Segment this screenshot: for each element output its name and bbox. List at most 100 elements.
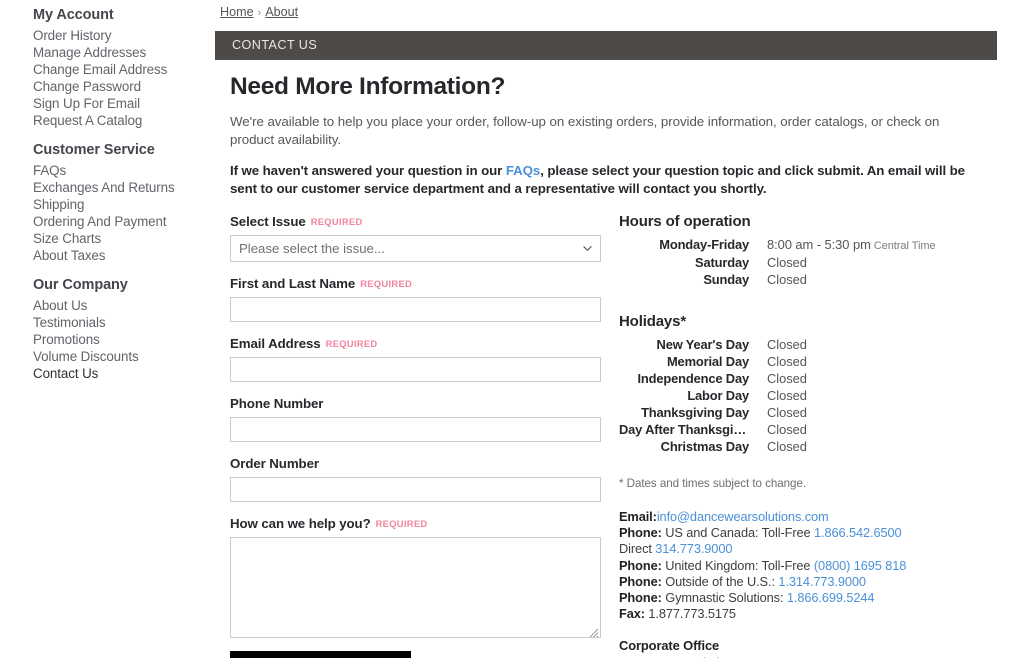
holidays-footnote: * Dates and times subject to change. (619, 477, 807, 490)
sidebar-group: My Account Order History Manage Addresses C… (33, 4, 215, 129)
holiday-row: Day After Thanksgivi… Closed (619, 422, 1019, 439)
contact-line-text: US and Canada: Toll-Free (661, 525, 814, 541)
timezone-note: Central Time (870, 240, 936, 252)
message-textarea[interactable] (230, 537, 601, 638)
faq-paragraph-part1: If we haven't answered your question in … (230, 163, 506, 178)
holiday-row-label: Labor Day (687, 387, 749, 403)
contact-line-label: Phone: (619, 557, 662, 573)
email-required-tag: REQUIRED (325, 338, 378, 349)
hours-row-value: Closed (767, 255, 807, 270)
contact-link[interactable]: 1.866.542.6500 (814, 525, 902, 540)
sidebar-item-size-charts[interactable]: Size Charts (33, 230, 215, 247)
sidebar-item-change-password[interactable]: Change Password (33, 78, 215, 95)
corporate-office: Corporate Office Dancewear Solutions®675… (619, 638, 1019, 658)
breadcrumb-link-about[interactable]: About (265, 5, 298, 19)
select-issue-wrapper: Please select the issue... (230, 235, 601, 262)
holiday-row-value: Closed (767, 404, 807, 420)
select-issue-required-tag: REQUIRED (310, 216, 363, 227)
holiday-row: Memorial Day Closed (619, 354, 1019, 371)
contact-line-label: Phone: (619, 525, 662, 541)
faqs-link[interactable]: FAQs (506, 163, 540, 178)
contact-line-text: United Kingdom: Toll-Free (661, 557, 814, 573)
hours-table: Monday-Friday 8:00 am - 5:30 pm Central T… (619, 237, 1019, 289)
sidebar-item-manage-addresses[interactable]: Manage Addresses (33, 44, 215, 61)
select-issue-label: Select Issue (230, 214, 306, 229)
full-name-input[interactable] (230, 297, 601, 322)
sidebar-item-about-taxes[interactable]: About Taxes (33, 247, 215, 264)
contact-line-label: Phone: (619, 590, 662, 606)
contact-line: Direct 314.773.9000 (619, 541, 1019, 557)
contact-link[interactable]: 1.314.773.9000 (778, 574, 866, 589)
contact-line: Phone: US and Canada: Toll-Free 1.866.54… (619, 525, 1019, 541)
email-label: Email Address (230, 336, 321, 351)
holiday-row-label: Christmas Day (660, 438, 749, 454)
section-banner-label: CONTACT US (232, 38, 318, 52)
sidebar-group-heading: Customer Service (33, 142, 155, 158)
sidebar-item-contact-us[interactable]: Contact Us (33, 365, 215, 382)
field-phone: Phone Number (230, 395, 616, 442)
corporate-office-title: Corporate Office (619, 638, 720, 654)
sidebar-item-request-a-catalog[interactable]: Request A Catalog (33, 112, 215, 129)
contact-link[interactable]: 1.866.699.5244 (787, 590, 875, 605)
sidebar-item-about-us[interactable]: About Us (33, 297, 215, 314)
field-select-issue: Select Issue REQUIRED Please select the i… (230, 213, 616, 262)
sidebar-group: Our Company About Us Testimonials Promotion… (33, 274, 215, 382)
info-column: Hours of operation Monday-Friday 8:00 am … (619, 213, 1019, 658)
contact-line: Email:info@dancewearsolutions.com (619, 509, 1019, 525)
holiday-row-value: Closed (767, 370, 807, 386)
holidays-heading: Holidays* (619, 312, 687, 330)
contact-link[interactable]: 314.773.9000 (655, 541, 732, 556)
sidebar-group: Customer Service FAQs Exchanges And Return… (33, 139, 215, 264)
hours-row-label: Saturday (695, 255, 749, 270)
holiday-row-value: Closed (767, 336, 807, 352)
contact-line: Phone: Outside of the U.S.: 1.314.773.90… (619, 574, 1019, 590)
field-message: How can we help you? REQUIRED (230, 515, 616, 638)
sidebar-item-shipping[interactable]: Shipping (33, 196, 215, 213)
holiday-row: Labor Day Closed (619, 388, 1019, 405)
sidebar-item-change-email-address[interactable]: Change Email Address (33, 61, 215, 78)
contact-link[interactable]: info@dancewearsolutions.com (657, 509, 829, 524)
holiday-row: New Year's Day Closed (619, 337, 1019, 354)
field-email: Email Address REQUIRED (230, 335, 616, 382)
contact-line-label: Email: (619, 509, 657, 524)
contact-link[interactable]: (0800) 1695 818 (814, 558, 907, 573)
holidays-table: New Year's Day Closed Memorial Day Closed In… (619, 337, 1019, 456)
email-input[interactable] (230, 357, 601, 382)
select-issue-dropdown[interactable]: Please select the issue... (230, 235, 601, 262)
contact-us-page: My Account Order History Manage Addresses C… (0, 0, 1024, 658)
order-number-input[interactable] (230, 477, 601, 502)
phone-input[interactable] (230, 417, 601, 442)
sidebar-item-volume-discounts[interactable]: Volume Discounts (33, 348, 215, 365)
message-required-tag: REQUIRED (375, 518, 428, 529)
sidebar-item-testimonials[interactable]: Testimonials (33, 314, 215, 331)
contact-line-label: Fax: (619, 606, 645, 622)
sidebar-item-sign-up-for-email[interactable]: Sign Up For Email (33, 95, 215, 112)
sidebar-item-exchanges-and-returns[interactable]: Exchanges And Returns (33, 179, 215, 196)
contact-line-text: Direct (619, 541, 656, 557)
holiday-row-label: Independence Day (637, 370, 749, 386)
holiday-row: Thanksgiving Day Closed (619, 405, 1019, 422)
sidebar-group-heading: My Account (33, 7, 114, 23)
contact-line: Fax: 1.877.773.5175 (619, 606, 1019, 622)
sidebar-item-promotions[interactable]: Promotions (33, 331, 215, 348)
main-content: Home › About CONTACT US Need More Informat… (215, 0, 1024, 658)
intro-paragraph: We're available to help you place your o… (230, 114, 940, 147)
holiday-row-label: Thanksgiving Day (641, 404, 749, 420)
hours-heading: Hours of operation (619, 213, 751, 230)
sidebar-item-faqs[interactable]: FAQs (33, 162, 215, 179)
sidebar-item-ordering-and-payment[interactable]: Ordering And Payment (33, 213, 215, 230)
submit-button[interactable]: SUBMIT (230, 651, 411, 658)
breadcrumb-separator: › (257, 7, 262, 19)
sidebar-item-order-history[interactable]: Order History (33, 27, 215, 44)
breadcrumb-link-home[interactable]: Home (220, 5, 254, 19)
hours-row: Sunday Closed (619, 272, 1019, 289)
contact-line-text: Outside of the U.S.: (661, 573, 779, 589)
order-number-label: Order Number (230, 456, 319, 471)
contact-line-text: Gymnastic Solutions: (661, 590, 787, 606)
hours-row: Saturday Closed (619, 255, 1019, 272)
contact-details: Email:info@dancewearsolutions.com Phone: … (619, 509, 1019, 622)
holiday-row-value: Closed (767, 387, 807, 403)
holiday-row-value: Closed (767, 438, 807, 454)
contact-form: Select Issue REQUIRED Please select the i… (230, 213, 616, 658)
breadcrumb: Home › About (220, 5, 298, 19)
